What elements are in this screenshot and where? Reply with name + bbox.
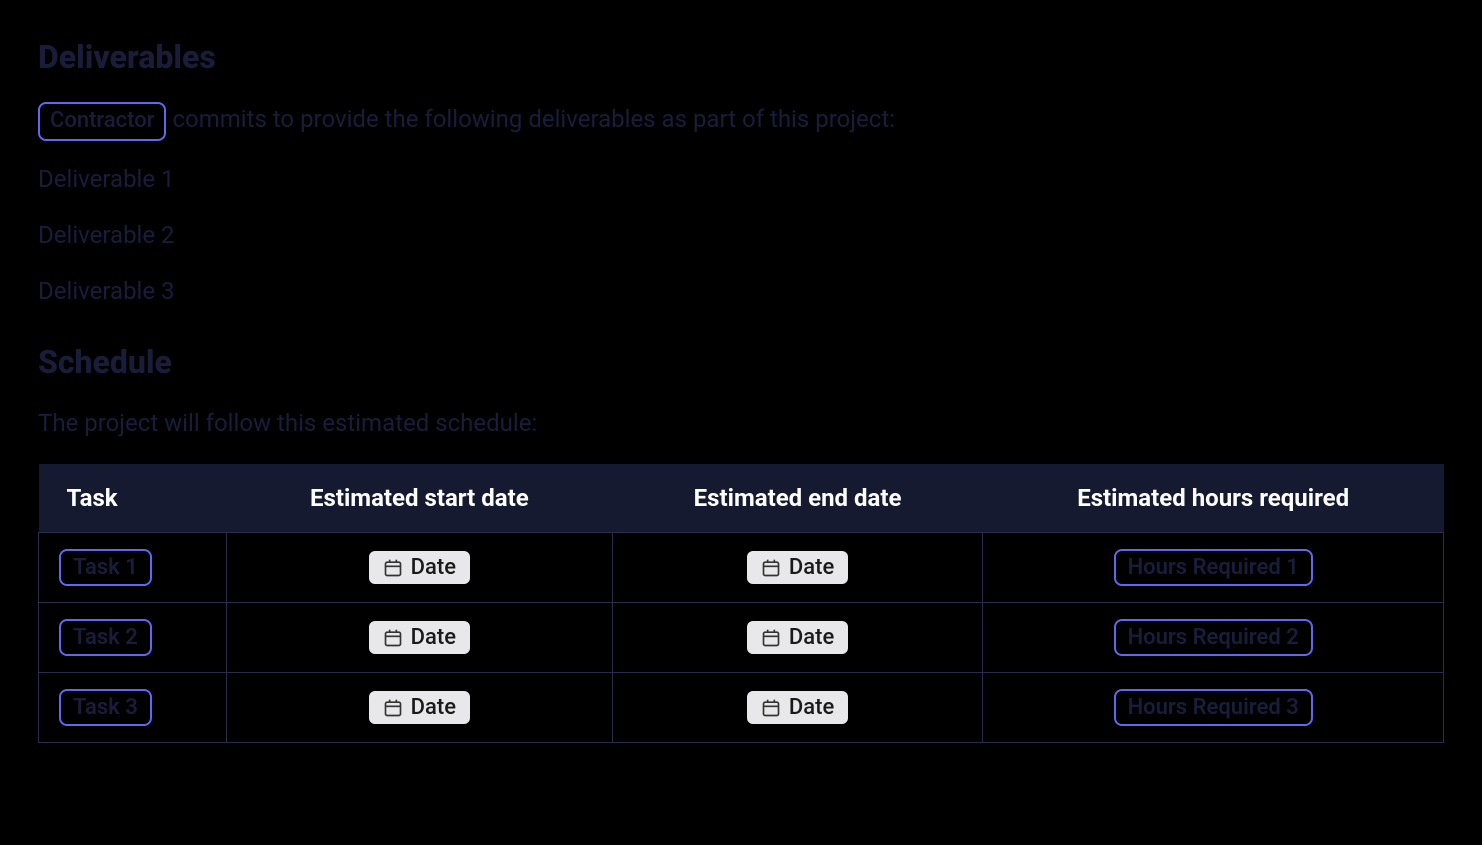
calendar-icon <box>761 558 781 578</box>
date-label: Date <box>411 695 456 720</box>
table-row: Task 2 Date Date Hours Required 2 <box>39 603 1444 673</box>
hours-chip[interactable]: Hours Required 1 <box>1114 549 1313 586</box>
table-row: Task 1 Date Date Hours Required 1 <box>39 533 1444 603</box>
date-chip-end[interactable]: Date <box>747 621 848 654</box>
deliverables-heading: Deliverables <box>38 38 1444 76</box>
date-label: Date <box>411 625 456 650</box>
schedule-table: Task Estimated start date Estimated end … <box>38 464 1444 743</box>
date-chip-end[interactable]: Date <box>747 691 848 724</box>
task-chip[interactable]: Task 1 <box>59 549 152 586</box>
col-end: Estimated end date <box>612 464 983 533</box>
deliverable-item: Deliverable 1 <box>38 165 1444 193</box>
task-chip[interactable]: Task 3 <box>59 689 152 726</box>
col-task: Task <box>39 464 227 533</box>
deliverable-item: Deliverable 2 <box>38 221 1444 249</box>
deliverables-intro: Contractor commits to provide the follow… <box>38 102 1444 141</box>
hours-chip[interactable]: Hours Required 2 <box>1114 619 1313 656</box>
table-header-row: Task Estimated start date Estimated end … <box>39 464 1444 533</box>
col-start: Estimated start date <box>226 464 612 533</box>
hours-chip[interactable]: Hours Required 3 <box>1114 689 1313 726</box>
calendar-icon <box>383 698 403 718</box>
schedule-heading: Schedule <box>38 343 1444 381</box>
deliverable-item: Deliverable 3 <box>38 277 1444 305</box>
table-row: Task 3 Date Date Hours Required 3 <box>39 673 1444 743</box>
date-chip-end[interactable]: Date <box>747 551 848 584</box>
date-chip-start[interactable]: Date <box>369 691 470 724</box>
contractor-chip[interactable]: Contractor <box>38 102 166 141</box>
calendar-icon <box>761 698 781 718</box>
col-hours: Estimated hours required <box>983 464 1444 533</box>
date-chip-start[interactable]: Date <box>369 621 470 654</box>
calendar-icon <box>761 628 781 648</box>
date-label: Date <box>411 555 456 580</box>
calendar-icon <box>383 558 403 578</box>
deliverables-intro-text: commits to provide the following deliver… <box>166 105 895 133</box>
schedule-intro: The project will follow this estimated s… <box>38 407 1444 441</box>
date-chip-start[interactable]: Date <box>369 551 470 584</box>
calendar-icon <box>383 628 403 648</box>
task-chip[interactable]: Task 2 <box>59 619 152 656</box>
date-label: Date <box>789 695 834 720</box>
date-label: Date <box>789 625 834 650</box>
date-label: Date <box>789 555 834 580</box>
